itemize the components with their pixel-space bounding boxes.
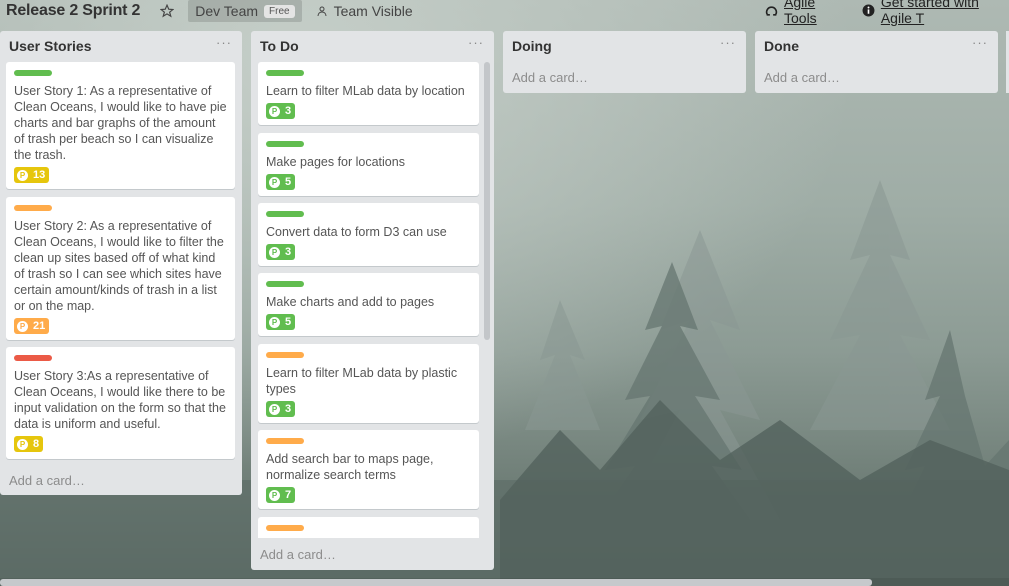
story-points: 13 [33, 169, 46, 181]
list-menu-button[interactable]: ··· [216, 35, 232, 50]
story-points: 5 [285, 316, 292, 328]
card[interactable]: User Story 1: As a representative of Cle… [6, 62, 235, 189]
board-scrollbar[interactable] [0, 579, 872, 586]
list-title[interactable]: Doing [512, 38, 552, 54]
card-label-red[interactable] [14, 355, 52, 361]
points-icon: P [269, 105, 280, 117]
card-label-orange[interactable] [266, 525, 304, 531]
team-icon [317, 6, 327, 17]
story-points: 3 [285, 403, 292, 415]
card-title: User Story 1: As a representative of Cle… [14, 84, 227, 162]
card-title: Learn to filter MLab data by location [266, 84, 465, 98]
story-points: 8 [33, 438, 40, 450]
card[interactable]: User Story 3:As a representative of Clea… [6, 347, 235, 459]
card[interactable]: Convert data to form D3 can use P3 [258, 203, 479, 266]
story-points-badge: P8 [14, 436, 44, 452]
story-points-badge: P7 [266, 487, 296, 503]
card-title: User Story 3:As a representative of Clea… [14, 369, 226, 431]
visibility-label: Team Visible [333, 3, 413, 19]
card[interactable] [258, 517, 479, 538]
add-card-button[interactable]: Add a card… [9, 473, 85, 488]
card-title: Make charts and add to pages [266, 295, 435, 309]
card-label-orange[interactable] [266, 352, 304, 358]
story-points: 7 [285, 489, 292, 501]
card-title: Make pages for locations [266, 155, 405, 169]
card-label-green[interactable] [266, 211, 304, 217]
list-header: Done ··· [755, 31, 998, 59]
card[interactable]: User Story 2: As a representative of Cle… [6, 197, 235, 340]
card-label-green[interactable] [266, 281, 304, 287]
story-points: 3 [285, 105, 292, 117]
card-label-green[interactable] [266, 70, 304, 76]
points-icon: P [269, 246, 280, 258]
list-title[interactable]: Done [764, 38, 799, 54]
list-menu-button[interactable]: ··· [972, 35, 988, 50]
list-header: Doing ··· [503, 31, 746, 59]
list-doing: Doing ··· Add a card… [503, 31, 746, 93]
list-done: Done ··· Add a card… [755, 31, 998, 93]
card-title: Learn to filter MLab data by plastic typ… [266, 366, 458, 396]
card-list-scroll-area[interactable]: Learn to filter MLab data by location P3… [251, 31, 494, 538]
card[interactable]: Learn to filter MLab data by location P3 [258, 62, 479, 125]
card-label-green[interactable] [14, 70, 52, 76]
card-title: Add search bar to maps page, normalize s… [266, 452, 434, 482]
points-icon: P [17, 438, 28, 450]
list-title[interactable]: User Stories [9, 38, 91, 54]
add-card-button[interactable]: Add a card… [764, 70, 840, 85]
points-icon: P [269, 176, 280, 188]
card[interactable]: Learn to filter MLab data by plastic typ… [258, 344, 479, 423]
story-points-badge: P5 [266, 314, 296, 330]
story-points-badge: P3 [266, 103, 296, 119]
list-to-do: To Do ··· Learn to filter MLab data by l… [251, 31, 494, 570]
points-icon: P [17, 169, 28, 181]
story-points-badge: P 13 [14, 167, 50, 183]
board-title[interactable]: Release 2 Sprint 2 [6, 2, 140, 20]
points-icon: P [269, 489, 280, 501]
card[interactable]: Make pages for locations P5 [258, 133, 479, 196]
story-points-badge: P5 [266, 174, 296, 190]
card-title: User Story 2: As a representative of Cle… [14, 219, 224, 313]
list-header: User Stories ··· [0, 31, 242, 59]
card[interactable]: Add search bar to maps page, normalize s… [258, 430, 479, 509]
story-points-badge: P3 [266, 401, 296, 417]
list-menu-button[interactable]: ··· [720, 35, 736, 50]
points-icon: P [269, 403, 280, 415]
team-button[interactable]: Dev Team Free [188, 0, 302, 22]
team-name: Dev Team [195, 3, 259, 19]
points-icon: P [17, 320, 28, 332]
board-header: Release 2 Sprint 2 Dev Team Free Team Vi… [0, 0, 1009, 22]
plan-badge: Free [264, 4, 295, 18]
list-user-stories: User Stories ··· User Story 1: As a repr… [0, 31, 242, 495]
add-card-button[interactable]: Add a card… [512, 70, 588, 85]
story-points: 5 [285, 176, 292, 188]
story-points-badge: P3 [266, 244, 296, 260]
card-label-orange[interactable] [266, 438, 304, 444]
card[interactable]: Make charts and add to pages P5 [258, 273, 479, 336]
story-points: 3 [285, 246, 292, 258]
star-icon[interactable] [160, 4, 175, 18]
story-points: 21 [33, 320, 46, 332]
card-label-green[interactable] [266, 141, 304, 147]
card-label-orange[interactable] [14, 205, 52, 211]
story-points-badge: P 21 [14, 318, 50, 334]
list-scrollbar[interactable] [484, 62, 490, 340]
card-title: Convert data to form D3 can use [266, 225, 447, 239]
add-card-button[interactable]: Add a card… [260, 547, 336, 562]
points-icon: P [269, 316, 280, 328]
visibility-button[interactable]: Team Visible [316, 3, 413, 19]
